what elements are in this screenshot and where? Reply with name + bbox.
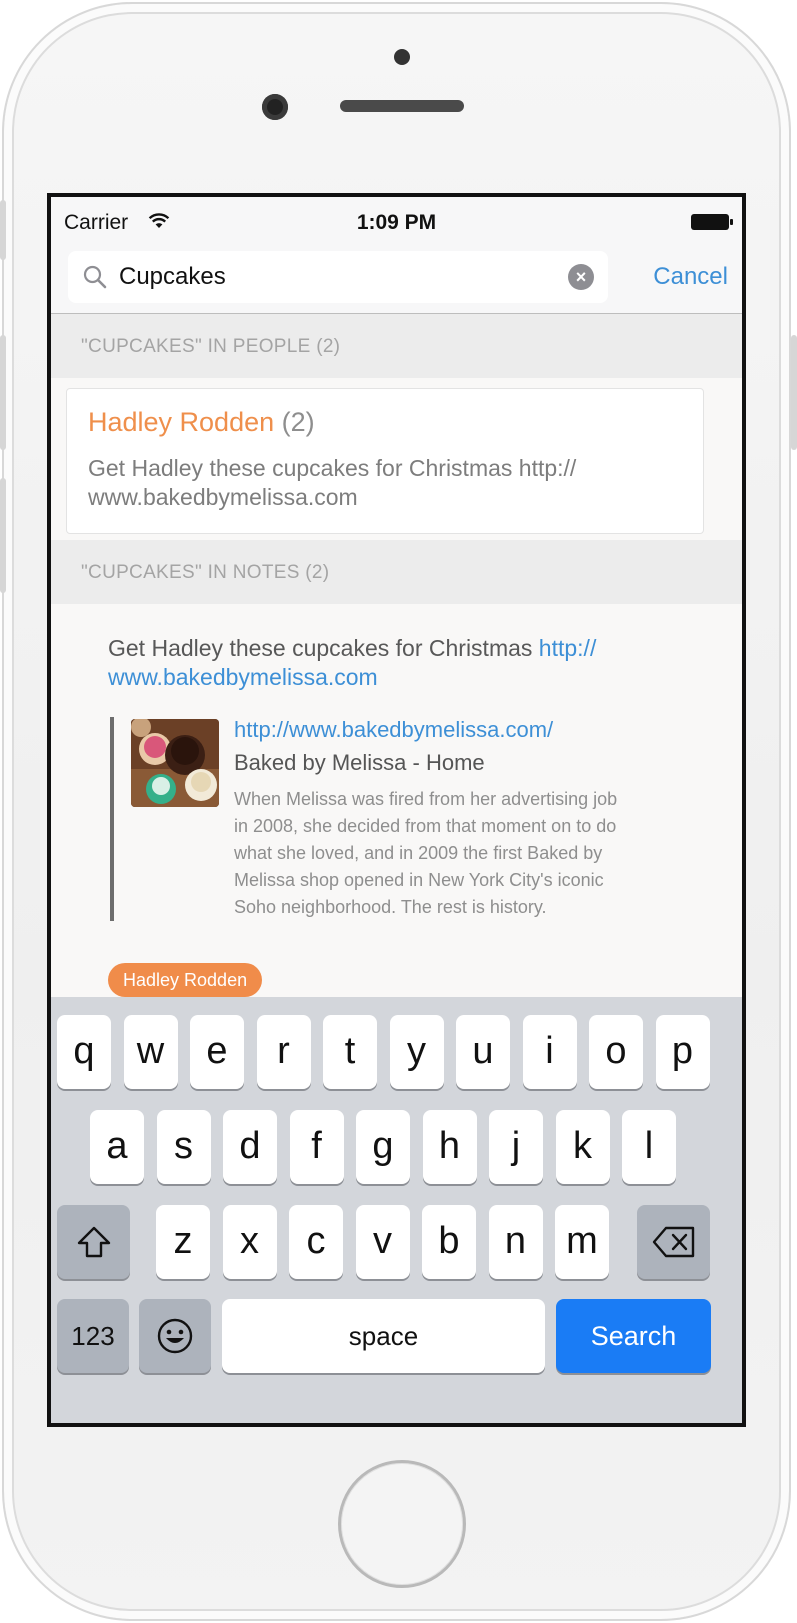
key-f[interactable]: f — [289, 1110, 344, 1184]
search-input[interactable] — [119, 251, 549, 303]
key-c[interactable]: c — [289, 1205, 343, 1279]
status-time: 1:09 PM — [356, 211, 437, 234]
search-field[interactable]: × — [68, 251, 608, 303]
search-bar: × Cancel — [51, 241, 742, 314]
link-preview-image — [131, 719, 219, 807]
earpiece-speaker — [340, 100, 464, 112]
link-preview-url[interactable]: http://www.bakedbymelissa.com/ — [234, 717, 553, 743]
note-text: Get Hadley these cupcakes for Christmas — [108, 635, 539, 661]
key-a[interactable]: a — [90, 1110, 144, 1184]
space-key[interactable]: space — [222, 1299, 545, 1373]
key-u[interactable]: u — [456, 1015, 510, 1089]
notes-section-header: "CUPCAKES" IN NOTES (2) — [51, 540, 742, 604]
search-key[interactable]: Search — [556, 1299, 711, 1373]
key-s[interactable]: s — [156, 1110, 211, 1184]
person-result-count: (2) — [281, 407, 315, 437]
key-k[interactable]: k — [555, 1110, 610, 1184]
volume-up-button — [0, 335, 6, 450]
key-h[interactable]: h — [422, 1110, 477, 1184]
key-z[interactable]: z — [156, 1205, 210, 1279]
key-x[interactable]: x — [222, 1205, 277, 1279]
home-button[interactable] — [338, 1460, 466, 1588]
search-icon — [83, 265, 107, 289]
key-m[interactable]: m — [555, 1205, 609, 1279]
key-j[interactable]: j — [489, 1110, 543, 1184]
key-p[interactable]: p — [655, 1015, 710, 1089]
person-tag[interactable]: Hadley Rodden — [108, 963, 263, 997]
power-button — [791, 335, 797, 450]
key-b[interactable]: b — [422, 1205, 476, 1279]
person-snippet: Get Hadley these cupcakes for Christmas … — [88, 454, 668, 512]
emoji-icon — [157, 1318, 193, 1354]
status-bar: Carrier 1:09 PM — [51, 197, 742, 241]
key-g[interactable]: g — [356, 1110, 410, 1184]
key-y[interactable]: y — [389, 1015, 444, 1089]
key-d[interactable]: d — [223, 1110, 277, 1184]
people-section-header: "CUPCAKES" IN PEOPLE (2) — [51, 314, 742, 378]
key-v[interactable]: v — [355, 1205, 410, 1279]
people-result-card[interactable]: Hadley Rodden (2) Get Hadley these cupca… — [66, 388, 704, 534]
key-l[interactable]: l — [622, 1110, 676, 1184]
backspace-key[interactable] — [637, 1205, 710, 1279]
numbers-key[interactable]: 123 — [57, 1299, 129, 1373]
key-i[interactable]: i — [522, 1015, 577, 1089]
link-preview-description: When Melissa was fired from her advertis… — [234, 789, 618, 917]
key-t[interactable]: t — [323, 1015, 377, 1089]
key-o[interactable]: o — [589, 1015, 643, 1089]
key-e[interactable]: e — [190, 1015, 244, 1089]
key-r[interactable]: r — [256, 1015, 311, 1089]
note-body[interactable]: Get Hadley these cupcakes for Christmas … — [108, 634, 668, 692]
person-name-label: Hadley Rodden — [88, 407, 275, 437]
screen: Carrier 1:09 PM × Cancel "CUPCAKES" IN P… — [47, 193, 746, 1427]
link-preview-bar — [110, 717, 114, 921]
battery-icon — [691, 214, 733, 230]
key-w[interactable]: w — [123, 1015, 178, 1089]
note-link-part1[interactable]: http:// — [539, 635, 597, 661]
clear-icon[interactable]: × — [568, 264, 594, 290]
cancel-button[interactable]: Cancel — [653, 241, 728, 313]
person-snippet-line2: www.bakedbymelissa.com — [88, 484, 358, 510]
notes-section-title: "CUPCAKES" IN NOTES (2) — [81, 562, 330, 583]
mute-switch — [0, 200, 6, 260]
front-camera — [262, 94, 288, 120]
volume-down-button — [0, 478, 6, 593]
person-name: Hadley Rodden (2) — [88, 407, 315, 438]
shift-key[interactable] — [57, 1205, 130, 1279]
link-preview-title: Baked by Melissa - Home — [234, 750, 485, 775]
people-section-title: "CUPCAKES" IN PEOPLE (2) — [81, 336, 341, 357]
note-link-part2[interactable]: www.bakedbymelissa.com — [108, 664, 378, 690]
key-q[interactable]: q — [57, 1015, 111, 1089]
emoji-key[interactable] — [139, 1299, 211, 1373]
backspace-icon — [652, 1226, 694, 1258]
keyboard: qwertyuiop asdfghjkl zxcvbnm 123 space S… — [51, 997, 742, 1423]
person-snippet-line1: Get Hadley these cupcakes for Christmas … — [88, 455, 577, 481]
proximity-sensor — [394, 49, 410, 65]
key-n[interactable]: n — [488, 1205, 543, 1279]
shift-icon — [77, 1226, 110, 1258]
